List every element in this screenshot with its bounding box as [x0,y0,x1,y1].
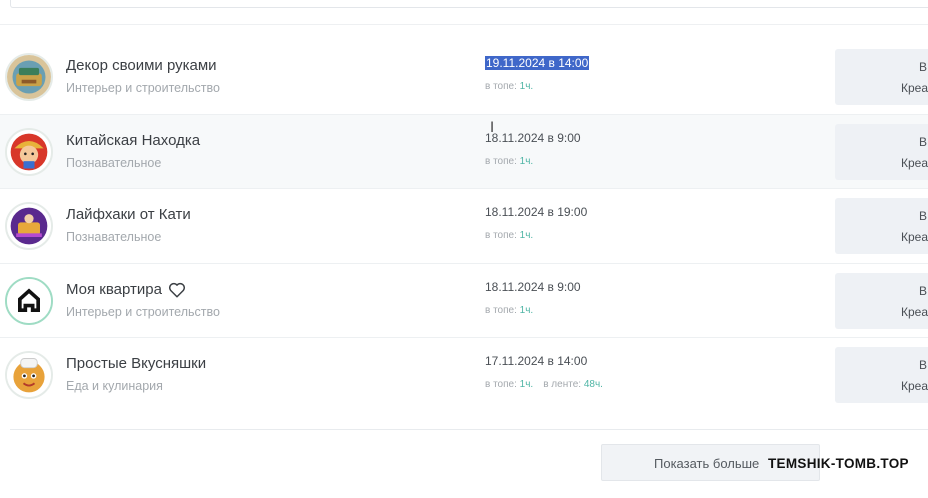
post-date: 18.11.2024 в 9:00 [485,130,581,145]
action-button[interactable]: В Креа [835,49,928,105]
stat-line: в топе: 1ч. [485,81,534,92]
heart-icon[interactable] [168,281,186,299]
post-date: 18.11.2024 в 9:00 [485,279,581,294]
list-item[interactable]: Моя квартира Интерьер и строительство 18… [0,264,928,338]
channel-name[interactable]: Лайфхаки от Кати [66,206,191,223]
top-divider [0,24,928,25]
list-item[interactable]: Декор своими руками Интерьер и строитель… [0,40,928,115]
stat-line: в топе: 1ч. [485,230,534,241]
stat-line: в топе: 1ч. [485,155,534,167]
channel-category: Еда и кулинария [66,379,163,393]
channel-name[interactable]: Моя квартира [66,281,186,299]
channel-category: Познавательное [66,230,162,244]
watermark: TEMSHIK-TOMB.TOP [768,456,909,471]
action-button[interactable]: В Креа [835,198,928,254]
chinese-find-avatar-icon[interactable] [5,127,53,176]
list-item[interactable]: Китайская Находка Познавательное 18.11.2… [0,114,928,189]
channel-name[interactable]: Простые Вкусняшки [66,355,206,372]
tasty-avatar-icon[interactable] [5,351,53,399]
channel-category: Познавательное [66,155,162,170]
channel-category: Интерьер и строительство [66,304,220,319]
post-date: 19.11.2024 в 14:00 [485,56,590,70]
action-button[interactable]: В Креа [835,272,928,329]
decor-avatar-icon[interactable] [5,53,53,101]
stat-line: в топе: 1ч. [485,304,534,316]
bottom-divider [10,429,928,430]
channel-name[interactable]: Декор своими руками [66,57,217,74]
text-cursor-icon: I [490,120,495,136]
action-button[interactable]: В Креа [835,347,928,403]
stat-line: в топе: 1ч. в ленте: 48ч. [485,379,603,390]
post-date: 17.11.2024 в 14:00 [485,354,588,368]
action-button[interactable]: В Креа [835,123,928,180]
house-avatar-icon[interactable] [5,276,53,325]
list-item[interactable]: Лайфхаки от Кати Познавательное 18.11.20… [0,189,928,264]
lifehacks-avatar-icon[interactable] [5,202,53,250]
post-date: 18.11.2024 в 19:00 [485,205,588,219]
top-panel [10,0,928,8]
channel-list: Декор своими руками Интерьер и строитель… [0,40,928,413]
channel-category: Интерьер и строительство [66,81,220,95]
list-item[interactable]: Простые Вкусняшки Еда и кулинария 17.11.… [0,338,928,413]
channel-name[interactable]: Китайская Находка [66,132,200,149]
